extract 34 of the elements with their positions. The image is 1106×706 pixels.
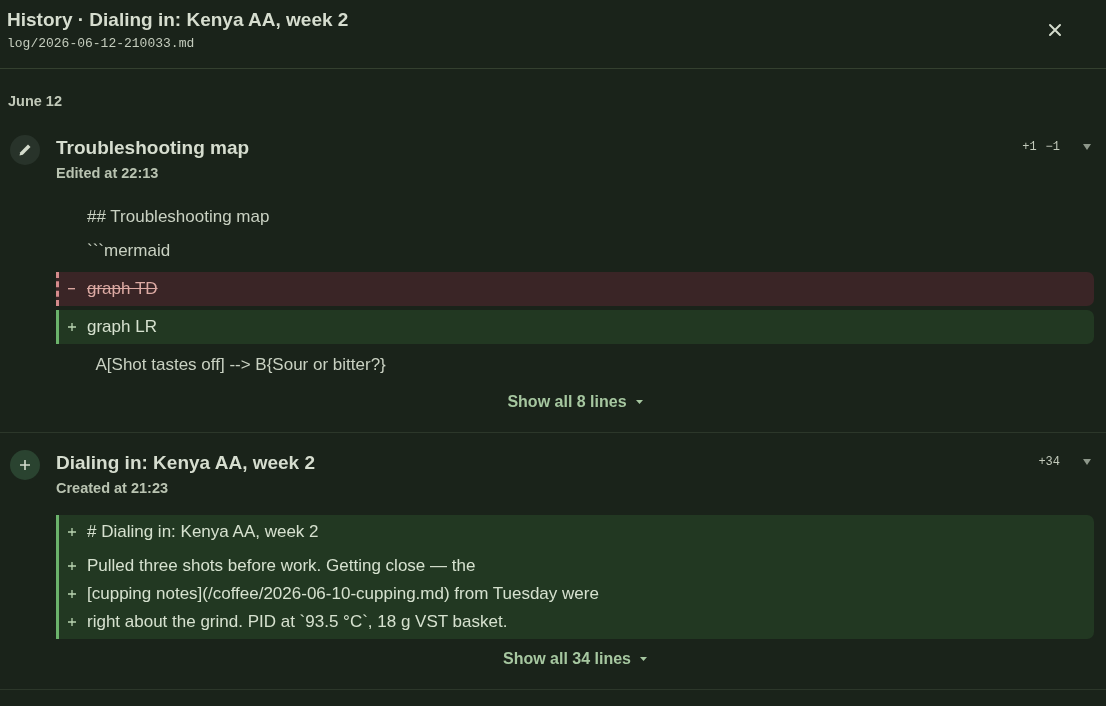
code-line: ## Troubleshooting map (87, 206, 270, 228)
minus-icon (68, 288, 75, 290)
plus-icon (68, 590, 76, 598)
entry-title: Troubleshooting map (56, 136, 250, 160)
caret-icon[interactable] (1083, 144, 1091, 150)
change-count: +34 (1038, 454, 1060, 471)
change-count: +1 (1022, 139, 1037, 156)
window-title: History · Dialing in: Kenya AA, week 2 (7, 8, 349, 32)
code-line: A[Shot tastes off] --> B{Sour or bitter?} (94, 354, 386, 376)
added-line: # Dialing in: Kenya AA, week 2 (87, 521, 319, 543)
pencil-icon (10, 135, 40, 165)
plus-icon (68, 618, 76, 626)
caret-icon (635, 400, 643, 404)
entry-timestamp: Edited at 22:13 (56, 164, 159, 182)
show-all-button[interactable]: Show all 8 lines (499, 388, 651, 416)
date-heading: June 12 (8, 93, 62, 109)
change-count: −1 (1045, 139, 1060, 156)
plus-icon (68, 323, 76, 331)
added-line: graph LR (87, 316, 157, 338)
show-all-button[interactable]: Show all 34 lines (494, 645, 655, 673)
file-path: log/2026-06-12-210033.md (7, 36, 195, 52)
caret-icon[interactable] (1083, 459, 1091, 465)
caret-icon (640, 657, 647, 661)
entry-title: Dialing in: Kenya AA, week 2 (56, 451, 316, 475)
code-line: ```mermaid (87, 240, 171, 262)
plus-icon (68, 562, 76, 570)
plus-icon (68, 528, 76, 536)
close-icon (1048, 23, 1062, 37)
plus-icon (10, 450, 40, 480)
removed-line: graph TD (87, 278, 158, 300)
entry-timestamp: Created at 21:23 (56, 479, 169, 497)
added-line: right about the grind. PID at `93.5 °C`, 18 g VST basket. (87, 611, 508, 633)
added-line: [cupping notes](/coffee/2026-06-10-cupping.md) from Tuesday were (87, 583, 599, 605)
added-line: Pulled three shots before work. Getting close — the (87, 555, 476, 577)
